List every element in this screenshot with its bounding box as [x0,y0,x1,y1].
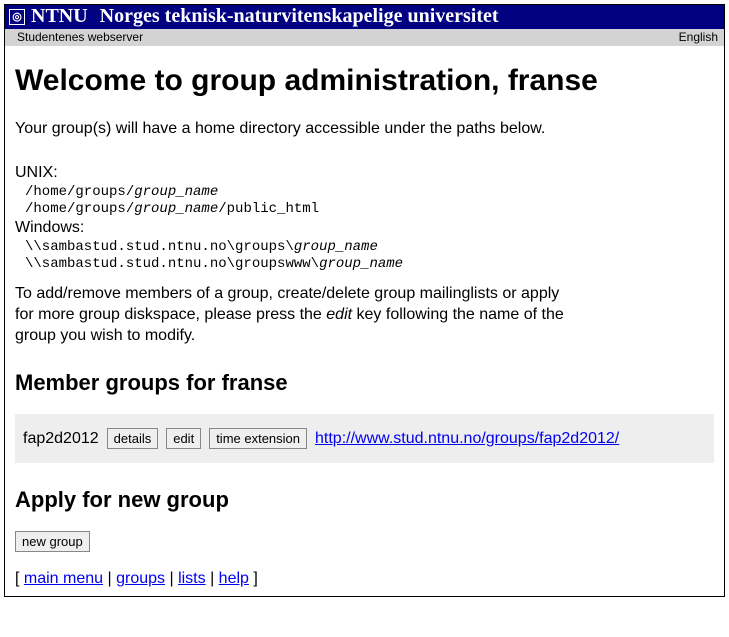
edit-button[interactable]: edit [166,428,201,449]
intro-text: Your group(s) will have a home directory… [15,120,714,138]
banner-title: Norges teknisk-naturvitenskapelige unive… [100,5,499,28]
instructions: To add/remove members of a group, create… [15,284,575,346]
member-groups-heading: Member groups for franse [15,370,714,396]
footer-links: [ main menu | groups | lists | help ] [15,570,714,588]
footer-main-menu[interactable]: main menu [24,570,103,587]
page-container: ◎ NTNU Norges teknisk-naturvitenskapelig… [4,4,725,597]
new-group-button[interactable]: new group [15,531,90,552]
group-name: fap2d2012 [23,430,99,448]
unix-path-2: /home/groups/group_name/public_html [25,201,714,217]
group-row: fap2d2012 details edit time extension ht… [15,414,714,463]
apply-heading: Apply for new group [15,487,714,513]
time-extension-button[interactable]: time extension [209,428,307,449]
subbar: Studentenes webserver English [5,29,724,46]
unix-path-1: /home/groups/group_name [25,184,714,200]
details-button[interactable]: details [107,428,159,449]
language-link[interactable]: English [679,30,718,44]
windows-label: Windows: [15,219,714,237]
ntnu-logo-icon: ◎ [9,9,25,25]
content: Welcome to group administration, franse … [5,46,724,596]
win-path-1: \\sambastud.stud.ntnu.no\groups\group_na… [25,239,714,255]
page-title: Welcome to group administration, franse [15,64,714,98]
banner: ◎ NTNU Norges teknisk-naturvitenskapelig… [5,5,724,29]
banner-brand: NTNU [31,5,88,28]
win-path-2: \\sambastud.stud.ntnu.no\groupswww\group… [25,256,714,272]
group-url-link[interactable]: http://www.stud.ntnu.no/groups/fap2d2012… [315,430,619,448]
footer-help[interactable]: help [219,570,249,587]
paths-block: UNIX: /home/groups/group_name /home/grou… [15,164,714,272]
unix-label: UNIX: [15,164,714,182]
footer-lists[interactable]: lists [178,570,206,587]
footer-groups[interactable]: groups [116,570,165,587]
subbar-left-link[interactable]: Studentenes webserver [17,30,143,44]
